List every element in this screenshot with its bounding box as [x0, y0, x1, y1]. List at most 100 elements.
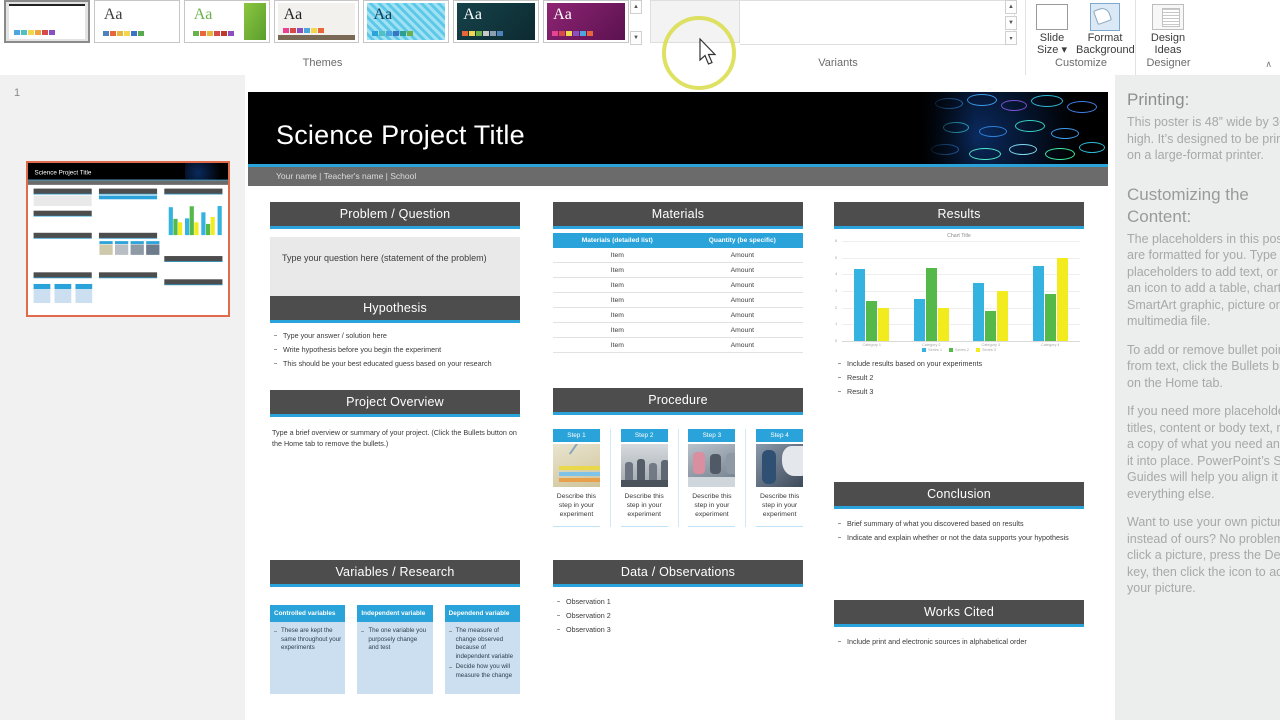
- step-caption[interactable]: Describe this step in your experiment: [621, 489, 668, 526]
- variables-card-row: Controlled variables These are kept the …: [270, 605, 520, 694]
- cell-amount: Amount: [681, 337, 803, 353]
- chart-legend-entry: Series 1: [922, 348, 942, 352]
- works-cited-body[interactable]: Include print and electronic sources in …: [834, 627, 1084, 647]
- notes-pane[interactable]: Printing: This poster is 48” wide by 36”…: [1115, 75, 1280, 720]
- chart-bar: [878, 307, 890, 341]
- results-bar-chart[interactable]: Chart Title 6 5 4 3 2 1 0 Category 1 Cat…: [834, 233, 1084, 353]
- table-row[interactable]: Item Amount: [553, 292, 803, 308]
- table-row[interactable]: Item Amount: [553, 277, 803, 293]
- themes-gallery-scroll[interactable]: ▲ ▼: [630, 0, 642, 45]
- conclusion-body[interactable]: Brief summary of what you discovered bas…: [834, 509, 1084, 543]
- materials-table[interactable]: Materials (detailed list) Quantity (be s…: [553, 233, 803, 353]
- y-tick: 6: [835, 238, 838, 243]
- y-tick: 1: [835, 321, 838, 327]
- step-caption[interactable]: Describe this step in your experiment: [688, 489, 735, 526]
- results-body[interactable]: Include results based on your experiment…: [834, 353, 1084, 397]
- format-background-button[interactable]: Format Background: [1076, 2, 1135, 56]
- cell-item: Item: [553, 292, 682, 308]
- table-row[interactable]: Item Amount: [553, 337, 803, 353]
- slide-subtitle-bar[interactable]: Your name | Teacher's name | School: [248, 167, 1108, 186]
- section-heading: Conclusion: [834, 482, 1084, 509]
- gallery-scroll-up-icon[interactable]: ▲: [630, 0, 642, 14]
- procedure-step-1[interactable]: Step 1 Describe this step in your experi…: [553, 429, 600, 527]
- slide-size-icon: [1028, 2, 1076, 32]
- section-works-cited[interactable]: Works Cited Include print and electronic…: [834, 600, 1084, 651]
- themes-group: Aa Aa Aa Aa Aa Aa ▲ ▼ Themes: [0, 0, 645, 75]
- table-row[interactable]: Item Amount: [553, 322, 803, 338]
- procedure-step-3[interactable]: Step 3 Describe this step in your experi…: [688, 429, 736, 527]
- table-row[interactable]: Item Amount: [553, 262, 803, 278]
- list-item: Brief summary of what you discovered bas…: [836, 519, 1082, 529]
- card-body[interactable]: These are kept the same throughout your …: [270, 622, 346, 694]
- step-caption[interactable]: Describe this step in your experiment: [756, 489, 803, 526]
- notes-content[interactable]: Printing: This poster is 48” wide by 36”…: [1127, 89, 1280, 609]
- y-tick: 0: [835, 338, 838, 343]
- project-overview-body[interactable]: Type a brief overview or summary of your…: [270, 417, 520, 449]
- table-header-row: Materials (detailed list) Quantity (be s…: [553, 233, 803, 248]
- theme-thumb-berlin[interactable]: Aa: [543, 0, 630, 43]
- notes-heading-customizing: Customizing the Content:: [1127, 184, 1249, 226]
- card-body[interactable]: The measure of change observed because o…: [444, 622, 520, 694]
- cell-item: Item: [553, 262, 682, 278]
- hypothesis-body[interactable]: Type your answer / solution here Write h…: [270, 323, 520, 369]
- gallery-scroll-down-icon[interactable]: ▼: [630, 31, 642, 45]
- section-data-observations[interactable]: Data / Observations Observation 1 Observ…: [553, 560, 803, 639]
- theme-thumb-facet[interactable]: Aa: [93, 0, 180, 43]
- design-ideas-label-line2: Ideas: [1154, 44, 1182, 56]
- variables-card-dependent[interactable]: Dependend variable The measure of change…: [444, 605, 520, 694]
- theme-thumb-green[interactable]: Aa: [183, 0, 270, 43]
- variants-scroll-up-icon[interactable]: ▲: [1005, 0, 1017, 14]
- section-conclusion[interactable]: Conclusion Brief summary of what you dis…: [834, 482, 1084, 547]
- variants-more-icon[interactable]: ▾: [1005, 31, 1017, 45]
- step-image[interactable]: [688, 444, 736, 487]
- materials-table-body: Item Amount Item Amount Item Amount Item Amo…: [553, 248, 803, 353]
- section-hypothesis[interactable]: Hypothesis Type your answer / solution h…: [270, 296, 520, 373]
- table-row[interactable]: Item Amount: [553, 248, 803, 263]
- variables-card-controlled[interactable]: Controlled variables These are kept the …: [270, 605, 346, 694]
- step-image[interactable]: [553, 444, 600, 487]
- section-variables-research[interactable]: Variables / Research Controlled variable…: [270, 560, 520, 694]
- slide-thumbnail-1[interactable]: Science Project Title: [26, 161, 230, 317]
- slide-title[interactable]: Science Project Title: [276, 120, 525, 151]
- step-label: Step 4: [756, 429, 804, 442]
- theme-thumb-wisp[interactable]: Aa: [273, 0, 360, 43]
- variants-scroll-down-icon[interactable]: ▼: [1005, 15, 1017, 30]
- step-caption[interactable]: Describe this step in your experiment: [553, 489, 600, 526]
- step-image[interactable]: [620, 444, 668, 487]
- chart-bar-group: [854, 241, 890, 341]
- theme-thumb-office[interactable]: [4, 0, 90, 43]
- procedure-step-4[interactable]: Step 4 Describe this step in your experi…: [756, 429, 804, 527]
- themes-gallery[interactable]: Aa Aa Aa Aa Aa Aa: [4, 0, 630, 45]
- section-heading: Problem / Question: [270, 202, 520, 229]
- cell-item: Item: [553, 277, 682, 293]
- card-body[interactable]: The one variable you purposely change an…: [357, 622, 433, 694]
- table-row[interactable]: Item Amount: [553, 307, 803, 323]
- theme-thumb-ion-dark[interactable]: Aa: [453, 0, 540, 43]
- customize-group: Slide Size ▾ Format Background Customize: [1025, 0, 1136, 75]
- data-observations-body[interactable]: Observation 1 Observation 2 Observation …: [553, 587, 803, 635]
- conclusion-list: Brief summary of what you discovered bas…: [836, 519, 1082, 543]
- collapse-ribbon-icon[interactable]: ∧: [1265, 59, 1272, 70]
- section-results[interactable]: Results Chart Title 6 5 4 3 2 1 0 Catego…: [834, 202, 1084, 401]
- chart-bar-groups: [842, 241, 1080, 341]
- section-problem-question[interactable]: Problem / Question Type your question he…: [270, 202, 520, 311]
- section-project-overview[interactable]: Project Overview Type a brief overview o…: [270, 390, 520, 449]
- section-procedure[interactable]: Procedure Step 1 Describe this step in y…: [553, 388, 804, 527]
- step-image[interactable]: [756, 444, 804, 487]
- slide-hero-banner[interactable]: Science Project Title: [248, 92, 1108, 164]
- observations-list: Observation 1 Observation 2 Observation …: [555, 597, 801, 635]
- slide-canvas[interactable]: Science Project Title Your name | Teache…: [248, 92, 1108, 702]
- variables-card-independent[interactable]: Independent variable The one variable yo…: [357, 605, 433, 694]
- slide-editing-stage[interactable]: Science Project Title Your name | Teache…: [245, 75, 1115, 720]
- slide-thumbnail-pane[interactable]: 1 Science Project Title: [0, 75, 246, 720]
- procedure-step-2[interactable]: Step 2 Describe this step in your experi…: [620, 429, 668, 527]
- theme-thumb-pattern[interactable]: Aa: [363, 0, 450, 43]
- slide-size-button[interactable]: Slide Size ▾: [1028, 2, 1076, 56]
- variants-gallery-scroll[interactable]: ▲ ▼ ▾: [1005, 0, 1017, 45]
- chart-x-tick-label: Category 3: [981, 343, 1001, 347]
- section-materials[interactable]: Materials Materials (detailed list) Quan…: [553, 202, 803, 353]
- section-heading: Works Cited: [834, 600, 1084, 627]
- design-ideas-button[interactable]: Design Ideas: [1144, 2, 1192, 56]
- legend-label: Series 3: [981, 348, 996, 352]
- section-heading: Procedure: [553, 388, 803, 415]
